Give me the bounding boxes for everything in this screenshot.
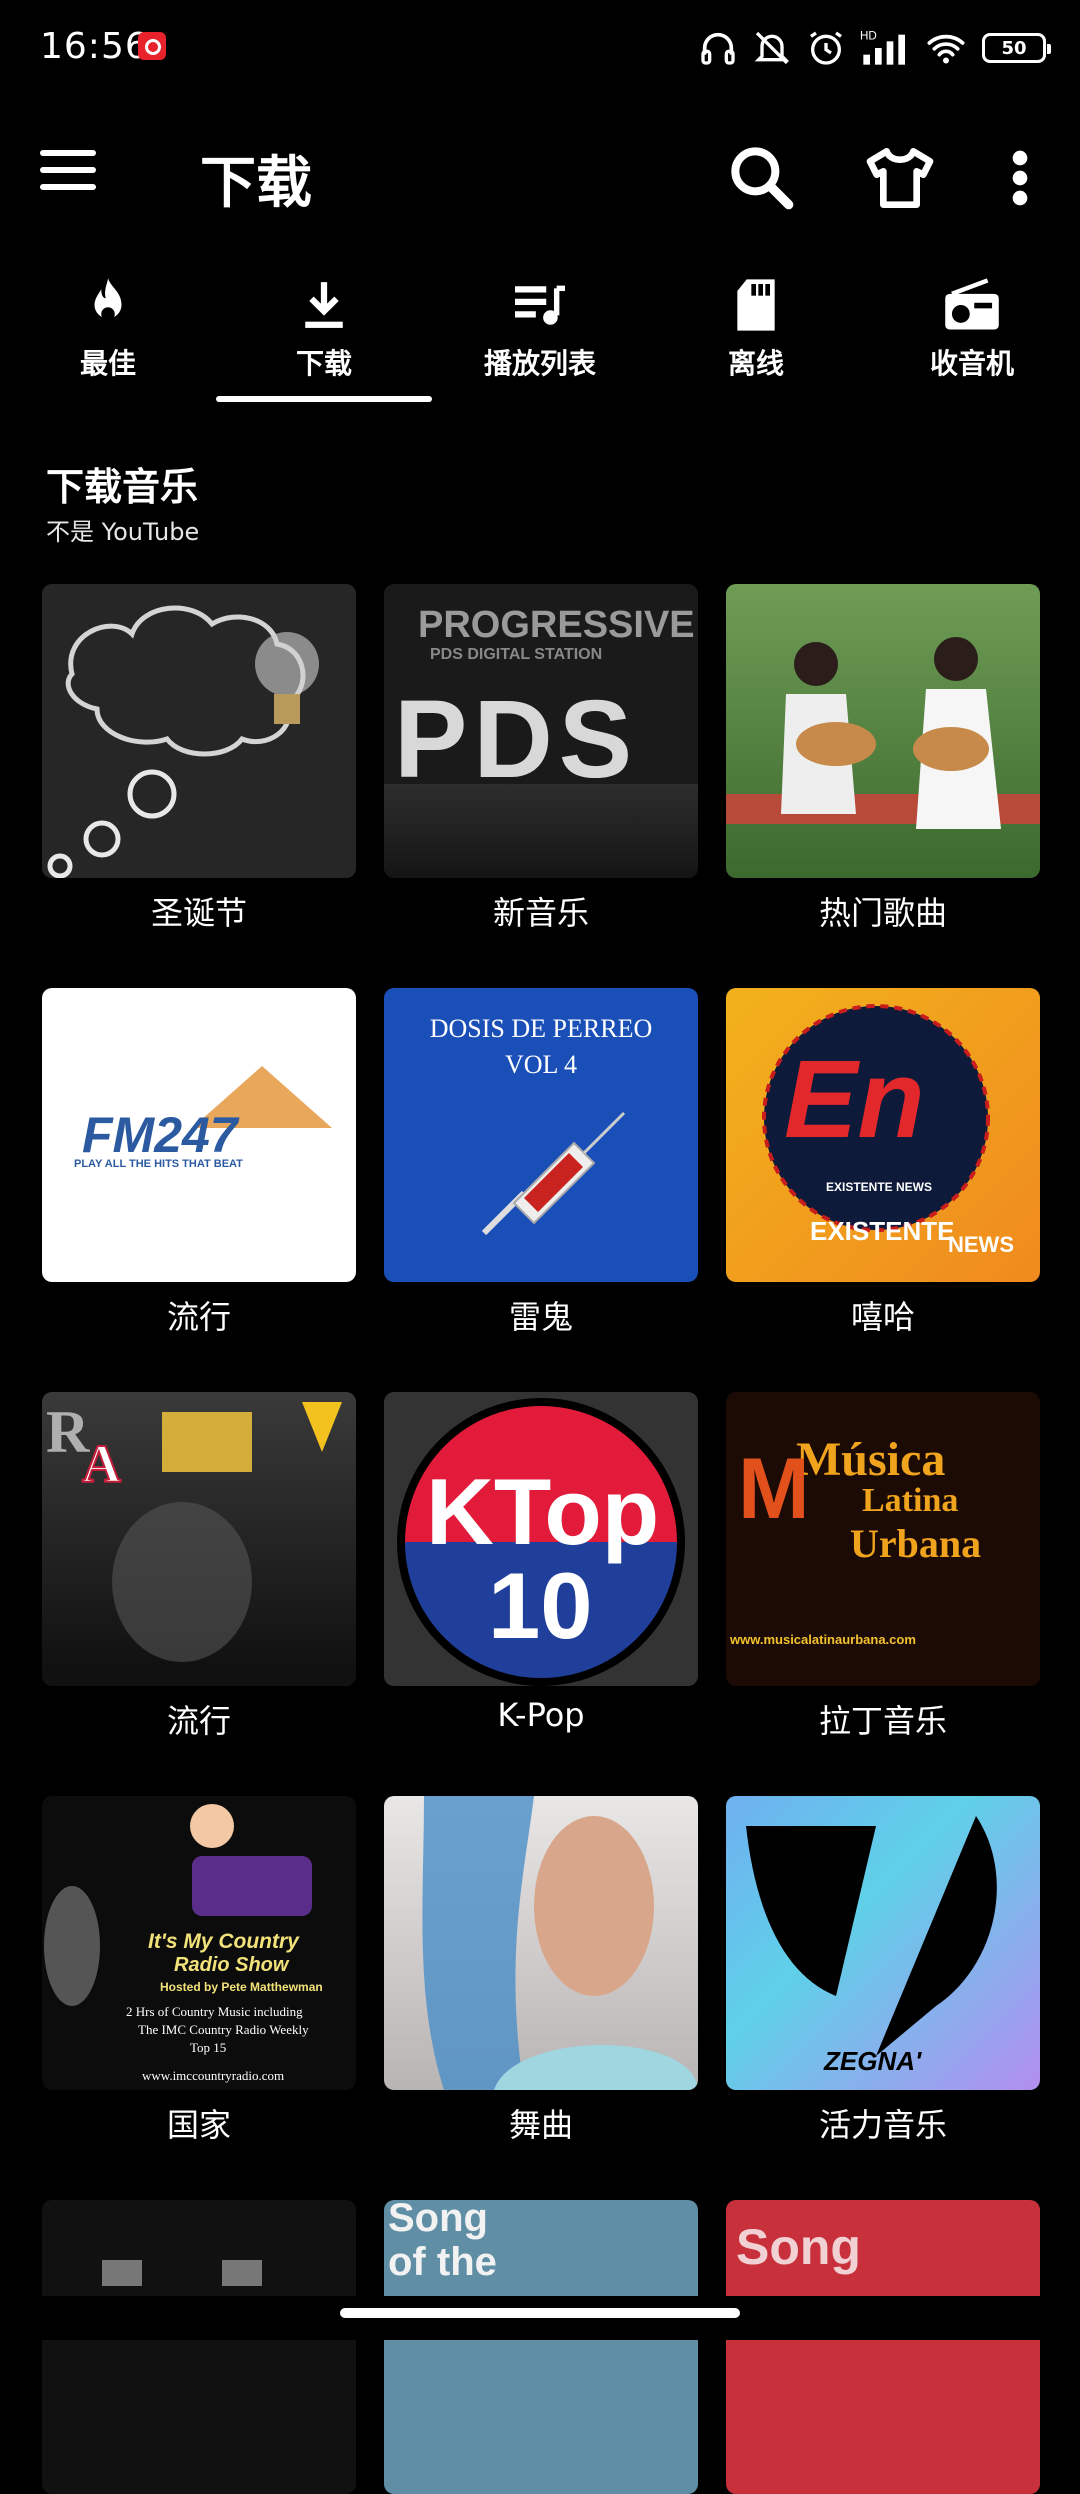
- playlist-caption: 舞曲: [508, 2106, 573, 2144]
- radio-icon: [945, 278, 999, 330]
- signal-hd-icon: HD: [860, 28, 910, 68]
- playlist-caption: 新音乐: [492, 894, 589, 932]
- tab-radio[interactable]: 收音机: [864, 262, 1080, 402]
- playlist-card[interactable]: 舞曲: [384, 1796, 698, 2146]
- more-vertical-icon: [1012, 150, 1028, 206]
- svg-text:HD: HD: [860, 30, 877, 43]
- playlist-card[interactable]: DOSIS DE PERREO VOL 4 雷鬼: [384, 988, 698, 1338]
- playlist-card[interactable]: ZEGNA' 活力音乐: [726, 1796, 1040, 2146]
- playlist-caption: 拉丁音乐: [818, 1702, 947, 1740]
- playlist-card[interactable]: [42, 2200, 356, 2494]
- playlist-cover: [42, 584, 356, 878]
- playlist-card[interactable]: FM247 PLAY ALL THE HITS THAT BEAT 流行: [42, 988, 356, 1338]
- home-indicator[interactable]: [340, 2308, 740, 2318]
- menu-button[interactable]: [40, 150, 96, 200]
- navigation-bar: [0, 2296, 1080, 2340]
- playlist-caption: 热门歌曲: [818, 894, 947, 932]
- section-subtitle: 不是 YouTube: [46, 518, 200, 546]
- status-time: 16:56: [40, 26, 149, 67]
- playlist-cover: ZEGNA': [726, 1796, 1040, 2090]
- sd-card-icon: [737, 279, 775, 331]
- page-title: 下载: [200, 151, 312, 216]
- playlist-cover: It's My Country Radio Show Hosted by Pet…: [42, 1796, 356, 2090]
- playlist-cover: DOSIS DE PERREO VOL 4: [384, 988, 698, 1282]
- playlist-cover: [726, 584, 1040, 878]
- tab-bar: 最佳 下载 播放列表 离线 收音机: [0, 262, 1080, 402]
- playlist-caption: 嘻哈: [850, 1298, 915, 1336]
- playlist-cover: En EXISTENTE NEWS EXISTENTE NEWS: [726, 988, 1040, 1282]
- flame-icon: [94, 278, 122, 321]
- alarm-icon: [806, 28, 846, 68]
- more-options-button[interactable]: [990, 138, 1050, 218]
- playlist-caption: 国家: [166, 2106, 231, 2144]
- tab-best[interactable]: 最佳: [0, 262, 216, 402]
- tab-playlist[interactable]: 播放列表: [432, 262, 648, 402]
- playlist-cover: PROGRESSIVE PDS DIGITAL STATION PDS: [384, 584, 698, 878]
- bell-muted-icon: [752, 28, 792, 68]
- playlist-card[interactable]: It's My Country Radio Show Hosted by Pet…: [42, 1796, 356, 2146]
- playlist-card[interactable]: PROGRESSIVE PDS DIGITAL STATION PDS 新音乐: [384, 584, 698, 934]
- status-icons: HD 50: [698, 26, 1051, 70]
- playlist-card[interactable]: R A 流行: [42, 1392, 356, 1742]
- playlist-card[interactable]: Song: [726, 2200, 1040, 2494]
- app-bar: 下载: [0, 120, 1080, 230]
- playlist-cover: R A: [42, 1392, 356, 1686]
- playlist-cover: KTop 10: [384, 1392, 698, 1686]
- theme-button[interactable]: [860, 138, 940, 218]
- search-icon: [731, 147, 794, 210]
- playlist-cover: Música Latina Urbana M www.musicalatinau…: [726, 1392, 1040, 1686]
- playlist-caption: 雷鬼: [508, 1298, 573, 1336]
- svg-text:A: A: [82, 1434, 121, 1494]
- tab-download[interactable]: 下载: [216, 262, 432, 402]
- headphones-icon: [698, 28, 738, 68]
- battery-indicator: 50: [982, 33, 1051, 63]
- playlist-cover: [42, 2200, 356, 2494]
- search-button[interactable]: [722, 138, 802, 218]
- playlist-caption: 圣诞节: [150, 894, 247, 932]
- playlist-cover: [384, 1796, 698, 2090]
- menu-icon: [40, 150, 96, 156]
- playlist-card[interactable]: KTop 10 K-Pop: [384, 1392, 698, 1734]
- wifi-icon: [924, 28, 968, 68]
- playlist-card[interactable]: Song of the: [384, 2200, 698, 2494]
- playlist-icon: [515, 285, 565, 325]
- section-title: 下载音乐: [46, 465, 199, 509]
- netease-notification-icon: [138, 32, 166, 60]
- tab-offline[interactable]: 离线: [648, 262, 864, 402]
- playlist-caption: 流行: [166, 1702, 231, 1740]
- status-bar: 16:56 HD 50: [0, 0, 1080, 100]
- tshirt-icon: [866, 148, 934, 209]
- playlist-caption: 活力音乐: [818, 2106, 947, 2144]
- playlist-card[interactable]: Música Latina Urbana M www.musicalatinau…: [726, 1392, 1040, 1742]
- playlist-card[interactable]: 圣诞节: [42, 584, 356, 934]
- playlist-cover: Song of the: [384, 2200, 698, 2494]
- download-icon: [305, 282, 343, 328]
- playlist-caption: 流行: [166, 1298, 231, 1336]
- playlist-cover: Song: [726, 2200, 1040, 2494]
- playlist-card[interactable]: En EXISTENTE NEWS EXISTENTE NEWS 嘻哈: [726, 988, 1040, 1338]
- playlist-cover: FM247 PLAY ALL THE HITS THAT BEAT: [42, 988, 356, 1282]
- playlist-caption: K-Pop: [497, 1696, 585, 1734]
- playlist-card[interactable]: 热门歌曲: [726, 584, 1040, 934]
